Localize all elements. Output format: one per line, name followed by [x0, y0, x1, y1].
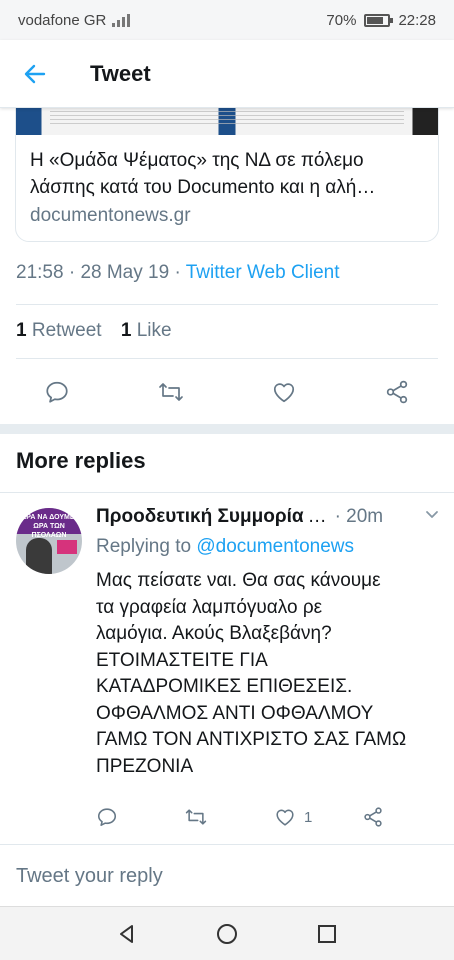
circle-home-icon [217, 924, 237, 944]
divider [16, 304, 438, 305]
replying-to: Replying to @documentonews [96, 536, 354, 558]
signal-icon [112, 13, 131, 27]
avatar-text: ΤΩΡΑ ΝΑ ΔΟΥΜΕ Η ΩΡΑ ΤΩΝ ΠΣΟΛΑΩΝ [16, 514, 82, 539]
speech-bubble-icon [97, 808, 117, 827]
reply-button[interactable] [41, 376, 73, 408]
speech-bubble-icon [46, 381, 68, 403]
tweet-date: 28 May 19 [80, 262, 170, 283]
share-button[interactable] [381, 376, 413, 408]
tweet-stats: 1 Retweet 1 Like [16, 320, 172, 342]
battery-percent: 70% [326, 11, 357, 29]
reply-retweet-button[interactable] [184, 805, 208, 829]
name-ellipsis: … [307, 506, 327, 527]
reply-header: Προοδευτική Συμμορία … · 20m [96, 506, 440, 528]
carrier-name: vodafone GR [18, 11, 107, 29]
link-headline-line: λάσπης κατά του Documento και η αλή… [30, 177, 376, 198]
reply-text: Μας πείσατε ναι. Θα σας κάνουμε τα γραφε… [96, 568, 436, 780]
avatar[interactable]: ΤΩΡΑ ΝΑ ΔΟΥΜΕ Η ΩΡΑ ΤΩΝ ΠΣΟΛΑΩΝ [16, 508, 82, 574]
retweets-stat[interactable]: 1 Retweet [16, 320, 102, 341]
reply-text-line: λαμόγια. Ακούς Βλαξεβάνη? [96, 623, 332, 644]
reply-share-button[interactable] [362, 805, 384, 829]
heart-icon [273, 383, 295, 403]
page-title: Tweet [90, 60, 151, 86]
app-bar: Tweet [0, 40, 454, 108]
retweets-count: 1 [16, 320, 27, 341]
back-button[interactable] [0, 40, 70, 108]
retweet-icon [185, 809, 207, 825]
reply-author-name[interactable]: Προοδευτική Συμμορία [96, 506, 304, 528]
tweet-meta: 21:58 · 28 May 19 · Twitter Web Client [16, 262, 340, 283]
more-replies-heading: More replies [16, 448, 146, 473]
nav-back-button[interactable] [114, 921, 140, 947]
link-preview-card[interactable]: Η «Ομάδα Ψέματος» της ΝΔ σε πόλεμο λάσπη… [15, 92, 439, 242]
likes-count: 1 [120, 320, 132, 341]
triangle-back-icon [120, 925, 133, 943]
system-nav-bar [0, 906, 454, 960]
reply-text-line: ΟΦΘΑΛΜΟΣ ΑΝΤΙ ΟΦΘΑΛΜΟΥ [96, 702, 374, 724]
chevron-down-icon [426, 511, 438, 518]
nav-home-button[interactable] [214, 921, 240, 947]
reply-text-line: ΠΡΕΖΟΝΙΑ [96, 755, 194, 777]
clock: 22:28 [398, 11, 436, 29]
retweets-label: Retweet [31, 320, 102, 341]
replying-handle-link[interactable]: @documentonews [196, 536, 354, 557]
arrow-left-icon [24, 64, 46, 83]
reply-compose-bar[interactable]: Tweet your reply [0, 844, 454, 906]
reply-text-line: ΕΤΟΙΜΑΣΤΕΙΤΕ ΓΙΑ [96, 649, 268, 671]
replying-prefix: Replying to [96, 536, 192, 557]
square-recents-icon [318, 925, 336, 943]
reply-text-line: τα γραφεία λαμπόγυαλο ρε [96, 596, 323, 618]
status-bar: vodafone GR 70% 22:28 [0, 0, 454, 40]
divider [16, 358, 438, 359]
reply-text-line: ΚΑΤΑΔΡΟΜΙΚΕΣ ΕΠΙΘΕΣΕΙΣ. [96, 676, 353, 697]
reply-actions: 1 [96, 802, 396, 832]
reply-text-line: Μας πείσατε ναι. Θα σας κάνουμε [96, 570, 381, 591]
retweet-button[interactable] [155, 376, 187, 408]
share-icon [364, 807, 382, 827]
tweet-time: 21:58 [16, 262, 64, 283]
tweet-actions [0, 370, 454, 414]
reply-time: · 20m [334, 506, 384, 527]
section-separator [0, 424, 454, 434]
reply-input-placeholder[interactable]: Tweet your reply [16, 865, 163, 888]
reply-like-button[interactable]: 1 [274, 805, 312, 829]
link-headline-line: Η «Ομάδα Ψέματος» της ΝΔ σε πόλεμο [30, 150, 364, 171]
likes-stat[interactable]: 1 Like [121, 320, 172, 341]
share-icon [386, 380, 408, 404]
like-button[interactable] [268, 376, 300, 408]
likes-label: Like [136, 320, 172, 341]
nav-recents-button[interactable] [314, 921, 340, 947]
reply-like-count: 1 [304, 808, 313, 826]
reply-menu-button[interactable] [424, 506, 440, 528]
divider [0, 492, 454, 493]
reply-text-line: ΓΑΜΩ ΤΟΝ ΑΝΤΙΧΡΙΣΤΟ ΣΑΣ ΓΑΜΩ [96, 729, 407, 750]
link-domain: documentonews.gr [30, 205, 191, 226]
battery-icon [364, 13, 394, 27]
reply-reply-button[interactable] [96, 805, 118, 829]
retweet-icon [159, 383, 183, 401]
link-headline: Η «Ομάδα Ψέματος» της ΝΔ σε πόλεμο λάσπη… [16, 135, 438, 201]
heart-icon [276, 809, 294, 826]
tweet-client-link[interactable]: Twitter Web Client [186, 262, 340, 283]
